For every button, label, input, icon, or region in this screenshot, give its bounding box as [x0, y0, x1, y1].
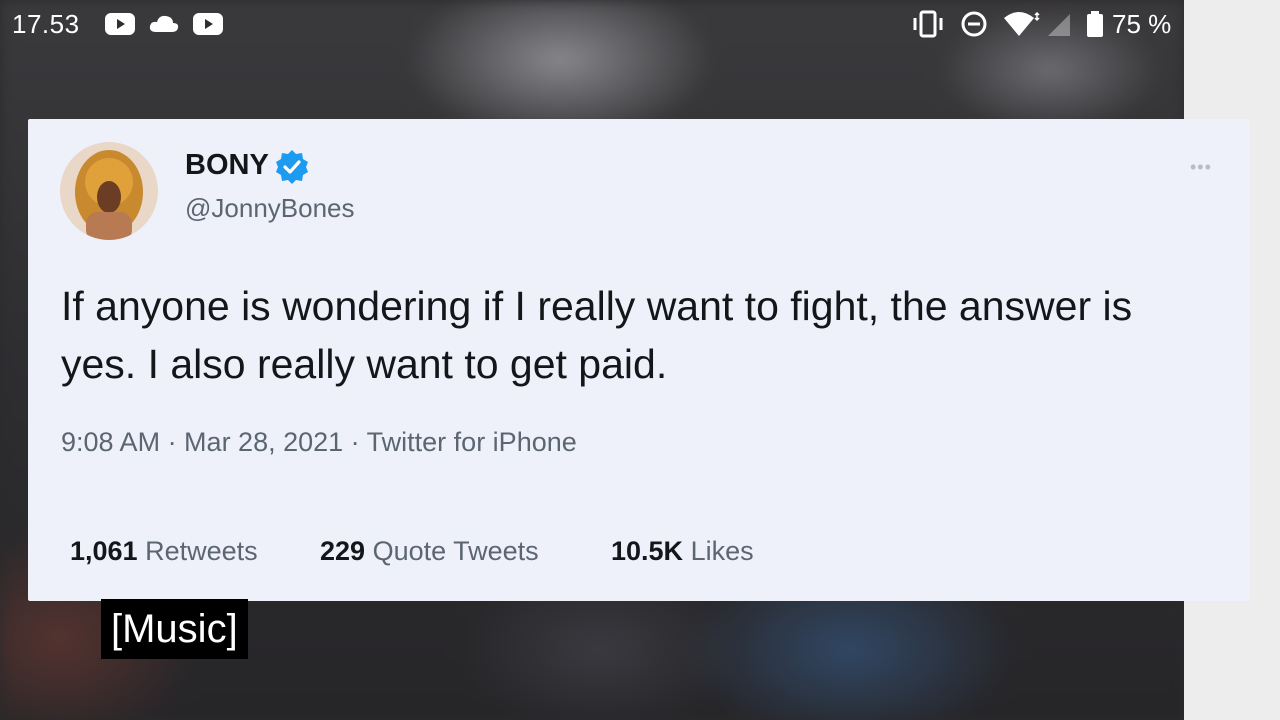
likes-label: Likes — [690, 536, 754, 566]
youtube-icon — [105, 13, 135, 35]
cloud-icon — [149, 15, 179, 32]
author-handle[interactable]: @JonnyBones — [185, 193, 355, 224]
quote-tweets-label: Quote Tweets — [372, 536, 539, 566]
do-not-disturb-icon — [961, 11, 987, 37]
battery-icon — [1087, 11, 1103, 37]
battery-percent: 75 % — [1112, 9, 1172, 39]
quote-tweets-count: 229 — [320, 536, 366, 566]
tweet-text: If anyone is wondering if I really want … — [61, 283, 1133, 387]
avatar[interactable] — [60, 142, 158, 240]
more-options-icon[interactable]: ••• — [1190, 157, 1212, 178]
avatar-image — [60, 142, 158, 240]
video-caption: [Music] — [101, 599, 248, 659]
retweets-label: Retweets — [145, 536, 258, 566]
likes-stat[interactable]: 10.5K Likes — [611, 536, 754, 567]
tweet-timestamp: 9:08 AM · Mar 28, 2021 · Twitter for iPh… — [61, 427, 577, 457]
retweets-stat[interactable]: 1,061 Retweets — [70, 536, 258, 567]
status-time: 17.53 — [12, 9, 80, 39]
wifi-icon — [1004, 11, 1040, 36]
author-name[interactable]: BONY — [185, 149, 269, 182]
signal-icon — [1048, 14, 1070, 36]
likes-count: 10.5K — [611, 536, 684, 566]
status-bar: 17.53 75 % — [0, 0, 1184, 50]
verified-badge-icon — [276, 150, 308, 184]
tweet-card: BONY @JonnyBones ••• If anyone is wonder… — [28, 119, 1250, 601]
quote-tweets-stat[interactable]: 229 Quote Tweets — [320, 536, 539, 567]
youtube-icon — [193, 13, 223, 35]
retweets-count: 1,061 — [70, 536, 138, 566]
vibrate-icon — [913, 10, 943, 38]
